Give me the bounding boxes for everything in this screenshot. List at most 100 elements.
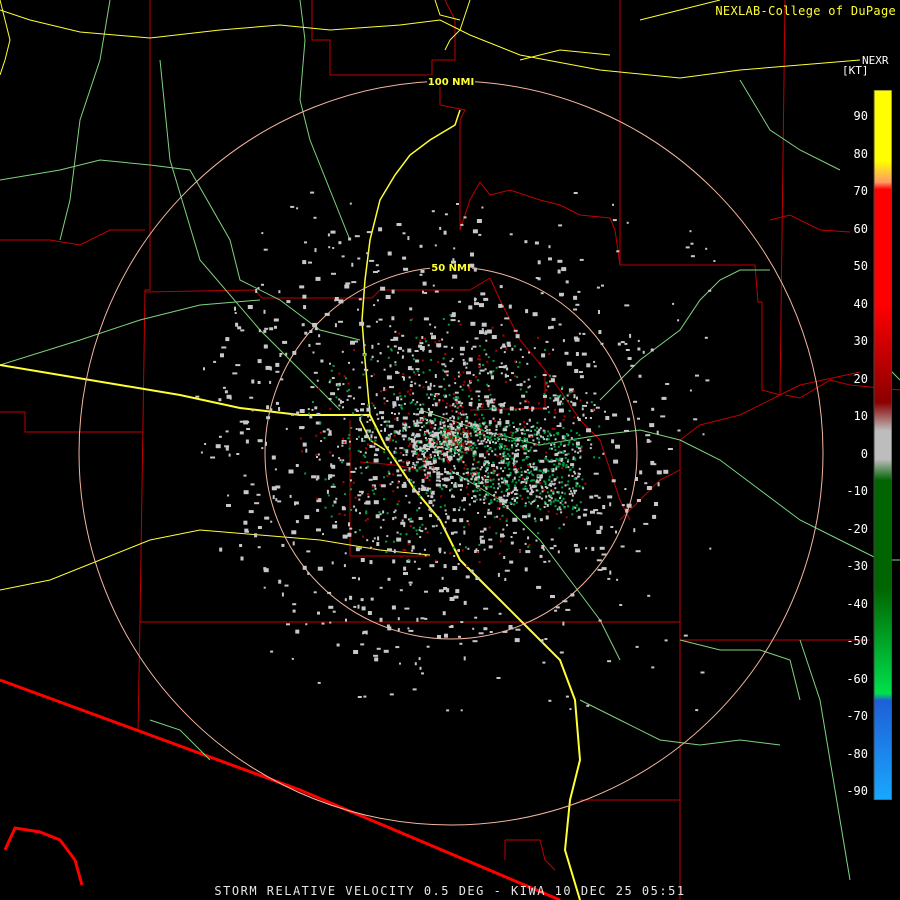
echo-pixel bbox=[478, 493, 481, 496]
echo-pixel bbox=[485, 339, 488, 342]
echo-pixel bbox=[551, 483, 554, 486]
echo-pixel bbox=[386, 535, 389, 538]
radar-map[interactable]: 100 NMI 50 NMI bbox=[0, 0, 900, 900]
echo-pixel bbox=[501, 503, 504, 506]
echo-pixel bbox=[505, 364, 508, 367]
echo-pixel bbox=[574, 506, 577, 509]
echo-pixel bbox=[377, 270, 380, 272]
echo-pixel bbox=[401, 375, 404, 378]
echo-pixel bbox=[579, 399, 582, 402]
echo-pixel bbox=[347, 395, 352, 398]
echo-pixel bbox=[436, 471, 441, 476]
echo-pixel bbox=[524, 485, 527, 488]
range-ring-100nmi bbox=[78, 80, 824, 826]
echo-pixel bbox=[554, 498, 557, 501]
legend-unit: [KT] bbox=[842, 64, 869, 77]
echo-pixel bbox=[330, 485, 336, 488]
echo-pixel bbox=[535, 444, 538, 447]
echo-pixel bbox=[425, 381, 428, 384]
echo-pixel bbox=[554, 487, 557, 490]
echo-pixel bbox=[408, 376, 411, 379]
echo-pixel bbox=[329, 451, 332, 454]
echo-pixel bbox=[327, 494, 330, 497]
echo-pixel bbox=[458, 484, 463, 488]
echo-pixel bbox=[419, 429, 422, 432]
echo-pixel bbox=[430, 411, 433, 414]
echo-pixel bbox=[424, 473, 427, 476]
echo-pixel bbox=[554, 408, 556, 411]
echo-pixel bbox=[526, 490, 529, 493]
echo-pixel bbox=[419, 244, 423, 248]
echo-pixel bbox=[374, 453, 377, 456]
echo-pixel bbox=[494, 495, 497, 498]
echo-pixel bbox=[377, 536, 380, 541]
echo-pixel bbox=[423, 456, 426, 459]
echo-pixel bbox=[353, 349, 356, 352]
echo-pixel bbox=[481, 206, 484, 209]
echo-pixel bbox=[393, 393, 396, 396]
echo-pixel bbox=[235, 364, 241, 367]
echo-pixel bbox=[360, 472, 363, 475]
echo-pixel bbox=[362, 373, 365, 376]
echo-pixel bbox=[269, 380, 272, 384]
echo-pixel bbox=[429, 564, 435, 568]
echo-pixel bbox=[309, 415, 313, 419]
echo-pixel bbox=[386, 375, 392, 380]
echo-pixel bbox=[466, 493, 469, 496]
echo-pixel bbox=[644, 482, 648, 485]
echo-pixel bbox=[476, 424, 479, 427]
echo-pixel bbox=[474, 453, 477, 456]
echo-pixel bbox=[481, 328, 484, 331]
echo-pixel bbox=[442, 413, 445, 416]
echo-pixel bbox=[483, 548, 486, 551]
echo-pixel bbox=[573, 394, 576, 399]
echo-pixel bbox=[379, 617, 383, 622]
echo-pixel bbox=[506, 458, 510, 460]
echo-pixel bbox=[404, 395, 407, 398]
echo-pixel bbox=[458, 412, 460, 415]
legend-label: 0 bbox=[860, 446, 868, 461]
echo-pixel bbox=[447, 323, 450, 326]
echo-pixel bbox=[517, 427, 520, 430]
echo-pixel bbox=[550, 468, 553, 471]
echo-pixel bbox=[370, 358, 373, 361]
echo-pixel bbox=[569, 490, 572, 493]
echo-pixel bbox=[462, 413, 465, 416]
echo-pixel bbox=[486, 432, 489, 434]
echo-pixel bbox=[434, 326, 437, 329]
echo-pixel bbox=[429, 474, 431, 477]
echo-pixel bbox=[475, 548, 478, 551]
echo-pixel bbox=[596, 512, 601, 515]
echo-pixel bbox=[313, 591, 317, 594]
legend-label: 30 bbox=[853, 334, 868, 348]
echo-pixel bbox=[544, 471, 547, 474]
echo-pixel bbox=[561, 386, 564, 389]
echo-pixel bbox=[495, 441, 497, 444]
echo-pixel bbox=[487, 475, 490, 478]
echo-pixel bbox=[465, 413, 468, 416]
echo-pixel bbox=[452, 471, 455, 474]
echo-pixel bbox=[484, 368, 487, 371]
echo-pixel bbox=[478, 489, 481, 492]
echo-pixel bbox=[366, 461, 369, 464]
echo-pixel bbox=[431, 430, 434, 433]
echo-pixel bbox=[554, 397, 560, 402]
echo-pixel bbox=[589, 495, 594, 499]
echo-pixel bbox=[627, 417, 631, 421]
echo-pixel bbox=[274, 325, 277, 329]
echo-pixel bbox=[481, 403, 484, 406]
echo-pixel bbox=[449, 475, 454, 479]
echo-pixel bbox=[439, 551, 442, 554]
echo-pixel bbox=[475, 390, 481, 393]
echo-pixel bbox=[650, 348, 654, 352]
echo-pixel bbox=[387, 457, 390, 460]
echo-pixel bbox=[520, 470, 523, 473]
echo-pixel bbox=[444, 213, 448, 216]
echo-pixel bbox=[301, 323, 305, 327]
echo-pixel bbox=[389, 438, 392, 441]
echo-pixel bbox=[359, 450, 362, 453]
echo-pixel bbox=[220, 353, 224, 358]
echo-pixel bbox=[499, 502, 502, 505]
echo-pixel bbox=[495, 428, 498, 431]
echo-pixel bbox=[374, 439, 377, 442]
